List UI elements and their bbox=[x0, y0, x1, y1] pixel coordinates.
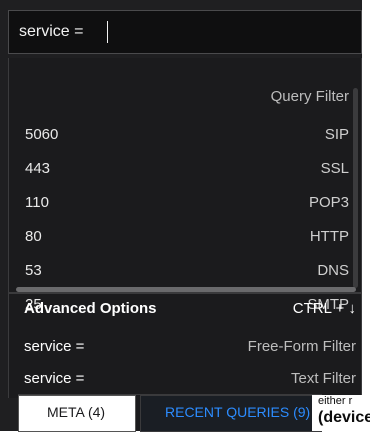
suggestion-value: 80 bbox=[25, 228, 42, 245]
vertical-scrollbar[interactable] bbox=[353, 88, 358, 288]
suggestion-row[interactable]: 53 DNS bbox=[25, 256, 349, 288]
advanced-option-row[interactable]: service = Free-Form Filter bbox=[24, 338, 356, 362]
suggestion-label: SIP bbox=[324, 126, 349, 143]
advanced-option-value: service = bbox=[24, 370, 85, 387]
suggestion-row[interactable]: 110 POP3 bbox=[25, 188, 349, 220]
suggestion-value: 5060 bbox=[25, 126, 59, 143]
advanced-option-value: service = bbox=[24, 338, 85, 355]
suggestion-row[interactable]: 80 HTTP bbox=[25, 222, 349, 254]
suggestion-row[interactable]: 5060 SIP bbox=[25, 120, 349, 152]
advanced-option-label: Free-Form Filter bbox=[247, 338, 356, 355]
suggestion-value: 443 bbox=[25, 160, 51, 177]
tab-recent-queries-label: RECENT QUERIES (9) bbox=[165, 404, 311, 420]
tab-meta[interactable]: META (4) bbox=[18, 395, 136, 432]
query-filter-header: Query Filter bbox=[270, 88, 349, 105]
advanced-option-label: Text Filter bbox=[290, 370, 356, 387]
background-strip bbox=[362, 0, 370, 431]
suggestion-value: 53 bbox=[25, 262, 42, 279]
search-input-value: service = bbox=[19, 23, 84, 40]
bottom-tabs: META (4) RECENT QUERIES (9) bbox=[18, 394, 322, 432]
query-search-bar[interactable]: service = bbox=[8, 10, 362, 54]
advanced-divider bbox=[8, 292, 362, 294]
advanced-option-row[interactable]: service = Text Filter bbox=[24, 370, 356, 394]
suggestion-label: DNS bbox=[317, 262, 349, 279]
tab-meta-label: META (4) bbox=[47, 404, 106, 420]
suggestion-value: 110 bbox=[25, 194, 49, 211]
suggestion-label: POP3 bbox=[308, 194, 349, 211]
advanced-options-shortcut: CTRL + ↓ bbox=[292, 300, 356, 317]
background-text-line2: (device bbox=[318, 409, 370, 426]
advanced-options-row[interactable]: Advanced Options CTRL + ↓ bbox=[24, 300, 356, 324]
background-content-peek: either r (device bbox=[312, 395, 370, 431]
suggestion-label: SSL bbox=[320, 160, 349, 177]
advanced-options-label: Advanced Options bbox=[24, 300, 157, 317]
text-cursor bbox=[107, 21, 108, 43]
tab-recent-queries[interactable]: RECENT QUERIES (9) bbox=[140, 395, 322, 432]
suggestion-row[interactable]: 443 SSL bbox=[25, 154, 349, 186]
background-text-line1: either r bbox=[318, 395, 353, 407]
suggestion-label: HTTP bbox=[309, 228, 349, 245]
